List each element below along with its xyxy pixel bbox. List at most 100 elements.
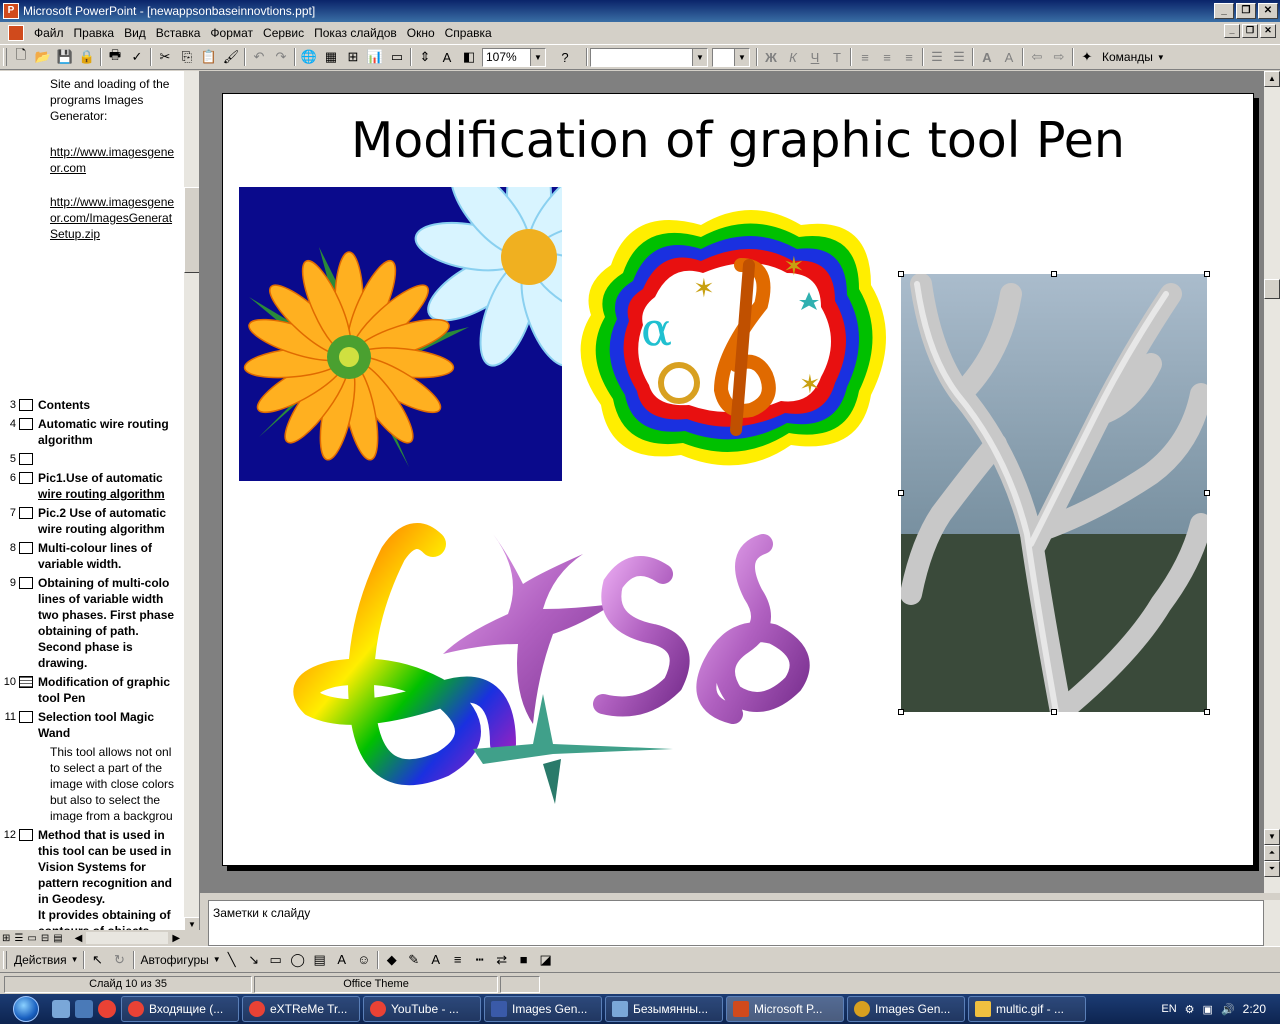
line-style-icon[interactable]: ≡ (447, 950, 469, 970)
menu-slideshow[interactable]: Показ слайдов (310, 26, 403, 40)
taskbar-item[interactable]: Безымянны... (605, 996, 723, 1022)
oval-icon[interactable]: ◯ (287, 950, 309, 970)
doc-minimize-button[interactable]: _ (1224, 24, 1240, 38)
rectangle-icon[interactable]: ▭ (265, 950, 287, 970)
hscroll-track[interactable] (86, 932, 169, 944)
sorter-view-icon[interactable]: ⊟ (41, 933, 49, 944)
expand-all-icon[interactable]: ⇕ (414, 47, 436, 67)
hyperlink-icon[interactable]: 🌐 (298, 47, 320, 67)
selection-handle[interactable] (898, 709, 904, 715)
notes-pane[interactable]: Заметки к слайду (208, 900, 1264, 946)
fill-color-icon[interactable]: ◆ (381, 950, 403, 970)
align-left-icon[interactable]: ≡ (854, 47, 876, 67)
actions-menu[interactable]: Действия (10, 953, 71, 967)
clock[interactable]: 2:20 (1243, 1002, 1266, 1016)
promote-icon[interactable]: ⇦ (1026, 47, 1048, 67)
next-slide-icon[interactable]: ⏷ (1264, 861, 1280, 877)
selection-handle[interactable] (898, 490, 904, 496)
paste-icon[interactable]: 📋 (198, 47, 220, 67)
3d-icon[interactable]: ◪ (535, 950, 557, 970)
doc-restore-button[interactable]: ❐ (1242, 24, 1258, 38)
menu-edit[interactable]: Правка (70, 26, 121, 40)
zoom-select[interactable]: 107% ▼ (482, 47, 546, 67)
chevron-down-icon[interactable]: ▼ (71, 955, 79, 964)
increase-font-icon[interactable]: A (976, 47, 998, 67)
tree-image[interactable] (901, 274, 1207, 712)
bullets-icon[interactable]: ☰ (948, 47, 970, 67)
chevron-down-icon[interactable]: ▼ (213, 955, 221, 964)
start-button[interactable] (0, 994, 52, 1024)
chrome-icon[interactable] (98, 1000, 116, 1018)
align-right-icon[interactable]: ≡ (898, 47, 920, 67)
chevron-down-icon[interactable]: ▼ (734, 48, 749, 66)
line-icon[interactable]: ╲ (221, 950, 243, 970)
new-slide-icon[interactable]: ▭ (386, 47, 408, 67)
doc-close-button[interactable]: ✕ (1260, 24, 1276, 38)
pen-strokes-image[interactable] (293, 514, 853, 814)
spelling-icon[interactable]: ✓ (126, 47, 148, 67)
undo-icon[interactable]: ↶ (248, 47, 270, 67)
taskbar-item-active[interactable]: Microsoft P... (726, 996, 844, 1022)
select-objects-icon[interactable]: ↖ (87, 950, 109, 970)
dash-style-icon[interactable]: ┅ (469, 950, 491, 970)
align-center-icon[interactable]: ≡ (876, 47, 898, 67)
selection-handle[interactable] (1051, 271, 1057, 277)
scroll-up-icon[interactable]: ▲ (1264, 71, 1280, 87)
bold-button[interactable]: Ж (760, 47, 782, 67)
taskbar-item[interactable]: multic.gif - ... (968, 996, 1086, 1022)
slide-canvas[interactable]: Modification of graphic tool Pen α ✶ ✶ ✶ (222, 93, 1254, 866)
autoshapes-menu[interactable]: Автофигуры (137, 953, 213, 967)
selection-handle[interactable] (1204, 490, 1210, 496)
taskbar-item[interactable]: Images Gen... (484, 996, 602, 1022)
wordart-icon[interactable]: A (331, 950, 353, 970)
print-icon[interactable]: 🖶 (104, 47, 126, 67)
shadow-icon[interactable]: ■ (513, 950, 535, 970)
outline-link-site[interactable]: http://www.imagesgene or.com (50, 144, 186, 176)
menu-view[interactable]: Вид (120, 26, 152, 40)
slide-view-icon[interactable]: ▭ (27, 933, 36, 944)
font-color-icon[interactable]: A (425, 950, 447, 970)
close-button[interactable]: ✕ (1258, 3, 1278, 19)
outline-scroll-thumb[interactable] (184, 187, 199, 273)
redo-icon[interactable]: ↷ (270, 47, 292, 67)
restore-button[interactable]: ❐ (1236, 3, 1256, 19)
outline-slide-11-body[interactable]: This tool allows not onl to select a par… (50, 744, 186, 824)
menu-file[interactable]: Файл (30, 26, 70, 40)
menu-insert[interactable]: Вставка (152, 26, 207, 40)
previous-slide-icon[interactable]: ⏶ (1264, 845, 1280, 861)
permission-icon[interactable]: 🔒 (76, 47, 98, 67)
tables-borders-icon[interactable]: ⊞ (342, 47, 364, 67)
design-icon[interactable]: ✦ (1076, 47, 1098, 67)
taskbar-item[interactable]: YouTube - ... (363, 996, 481, 1022)
flower-image[interactable] (239, 187, 562, 481)
menu-tools[interactable]: Сервис (259, 26, 310, 40)
volume-icon[interactable]: 🔊 (1221, 1003, 1235, 1016)
cut-icon[interactable]: ✂ (154, 47, 176, 67)
demote-icon[interactable]: ⇨ (1048, 47, 1070, 67)
chevron-down-icon[interactable]: ▼ (692, 48, 707, 66)
new-icon[interactable]: 🗋 (10, 47, 32, 67)
slide-scroll-thumb[interactable] (1264, 279, 1280, 299)
menu-format[interactable]: Формат (206, 26, 259, 40)
arrow-icon[interactable]: ↘ (243, 950, 265, 970)
settings-icon[interactable]: ⚙ (1185, 1003, 1195, 1016)
commands-menu[interactable]: Команды (1098, 50, 1157, 64)
selection-handle[interactable] (1204, 709, 1210, 715)
font-size-select[interactable]: ▼ (712, 47, 750, 67)
line-color-icon[interactable]: ✎ (403, 950, 425, 970)
minimize-button[interactable]: _ (1214, 3, 1234, 19)
taskbar-item[interactable]: Входящие (... (121, 996, 239, 1022)
slide-scrollbar[interactable]: ▲ ▼ ⏶ ⏷ (1264, 71, 1280, 893)
document-icon[interactable] (8, 25, 24, 41)
italic-button[interactable]: К (782, 47, 804, 67)
scroll-right-icon[interactable]: ▶ (172, 933, 180, 944)
clipart-icon[interactable]: ☺ (353, 950, 375, 970)
taskbar-item[interactable]: eXTReMe Tr... (242, 996, 360, 1022)
copy-icon[interactable]: ⎘ (176, 47, 198, 67)
rotate-icon[interactable]: ↻ (109, 950, 131, 970)
format-painter-icon[interactable]: 🖌 (220, 47, 242, 67)
powerpoint-icon[interactable]: P (3, 3, 19, 19)
scroll-down-icon[interactable]: ▼ (1264, 829, 1280, 845)
menu-window[interactable]: Окно (403, 26, 441, 40)
selection-handle[interactable] (898, 271, 904, 277)
